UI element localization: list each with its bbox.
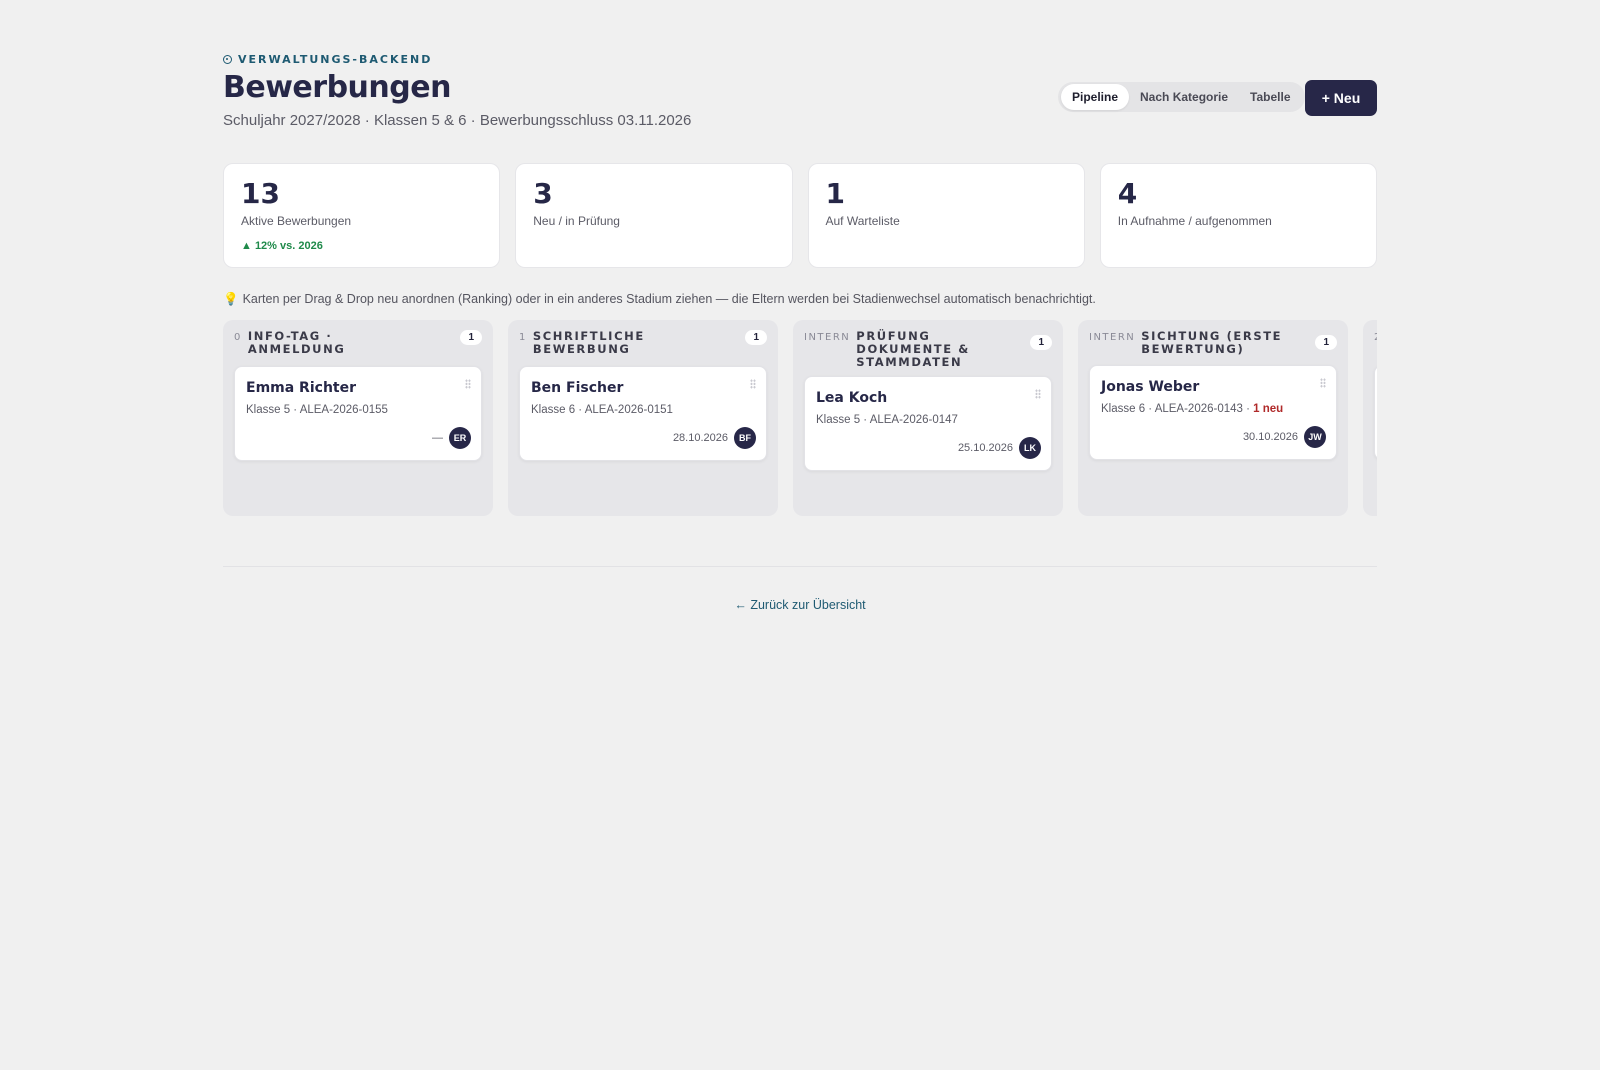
drag-handle-icon[interactable] [1035, 389, 1041, 399]
card-date: 30.10.2026 [1242, 431, 1298, 443]
footer-divider [223, 566, 1377, 567]
stat-label: Aktive Bewerbungen [241, 214, 352, 228]
card-footer: 30.10.2026 JW [1243, 426, 1326, 448]
stat-card-new: 3 Neu / in Prüfung [515, 163, 793, 268]
column-title: SICHTUNG (ERSTE BEWERTUNG) [1141, 329, 1283, 356]
drag-drop-hint: 💡 Karten per Drag & Drop neu anordnen (Ra… [223, 292, 1096, 307]
meta-text: Klasse 6 · ALEA-2026-0143 · [1101, 403, 1254, 415]
column-stage-number: 0 [234, 332, 242, 343]
column-header: 1 SCHRIFTLICHE BEWERBUNG 1 [519, 330, 767, 358]
stat-value: 4 [1117, 177, 1138, 210]
column-stage-prefix: INTERN [1089, 332, 1136, 343]
view-switch: Pipeline Nach Kategorie Tabelle [1058, 82, 1305, 112]
lightbulb-icon: 💡 [223, 292, 239, 306]
applicant-name: Lea Koch [816, 390, 888, 406]
view-option-pipeline[interactable]: Pipeline [1061, 84, 1130, 110]
column-title: PRÜFUNG DOKUMENTE & STAMMDATEN [856, 329, 970, 369]
application-card[interactable]: Jonas Weber Klasse 6 · ALEA-2026-0143 · … [1089, 365, 1337, 460]
pipeline-column-pruefung-dokumente[interactable]: INTERN PRÜFUNG DOKUMENTE & STAMMDATEN 1 … [793, 320, 1063, 516]
avatar: LK [1019, 437, 1041, 459]
column-stage-number: 2 [1374, 330, 1377, 343]
eyebrow-label: VERWALTUNGS-BACKEND [238, 53, 433, 66]
column-stage-number: 1 [519, 332, 527, 343]
stat-value: 3 [533, 177, 553, 210]
new-activity-flag: 1 neu [1253, 403, 1284, 415]
applicant-name: Jonas Weber [1101, 379, 1200, 395]
column-title: INFO-TAG · ANMELDUNG [247, 329, 346, 356]
card-footer: 25.10.2026 LK [958, 437, 1041, 459]
column-header: 0 INFO-TAG · ANMELDUNG 1 [234, 330, 482, 358]
applicant-meta: Klasse 6 · ALEA-2026-0151 [531, 404, 755, 416]
new-application-button[interactable]: + Neu [1305, 80, 1377, 116]
column-count-badge: 1 [1030, 335, 1052, 350]
card-date: — [432, 432, 443, 444]
application-card[interactable]: Emma Richter Klasse 5 · ALEA-2026-0155 —… [234, 366, 482, 461]
card-footer: — ER [432, 427, 471, 449]
applicant-meta: Klasse 6 · ALEA-2026-0143 · 1 neu [1101, 403, 1325, 415]
hint-text: Karten per Drag & Drop neu anordnen (Ran… [242, 292, 1096, 306]
avatar: ER [449, 427, 471, 449]
stat-label: Auf Warteliste [825, 214, 900, 228]
card-footer: 28.10.2026 BF [673, 427, 756, 449]
stats-row: 13 Aktive Bewerbungen ▲ 12% vs. 2026 3 N… [223, 163, 1377, 268]
stat-value: 1 [825, 177, 845, 210]
pipeline-column-info-tag[interactable]: 0 INFO-TAG · ANMELDUNG 1 Emma Richter Kl… [223, 320, 493, 516]
view-option-table[interactable]: Tabelle [1239, 84, 1301, 110]
card-date: 28.10.2026 [672, 432, 728, 444]
drag-handle-icon[interactable] [1320, 378, 1326, 388]
drag-handle-icon[interactable] [465, 379, 471, 389]
drag-handle-icon[interactable] [750, 379, 756, 389]
column-count-badge: 1 [1315, 335, 1337, 350]
page-subtitle: Schuljahr 2027/2028 · Klassen 5 & 6 · Be… [223, 112, 692, 129]
applicant-meta: Klasse 5 · ALEA-2026-0155 [246, 404, 470, 416]
stat-card-waitlist: 1 Auf Warteliste [807, 163, 1085, 268]
view-option-category[interactable]: Nach Kategorie [1129, 84, 1239, 110]
meta-text: Klasse 6 · ALEA-2026-0151 [531, 404, 673, 416]
pipeline-board[interactable]: 0 INFO-TAG · ANMELDUNG 1 Emma Richter Kl… [223, 320, 1377, 516]
applicant-name: Ben Fischer [531, 380, 624, 396]
pipeline-column-sichtung[interactable]: INTERN SICHTUNG (ERSTE BEWERTUNG) 1 Jona… [1078, 320, 1348, 516]
application-card[interactable]: Lea Koch Klasse 5 · ALEA-2026-0147 25.10… [804, 376, 1052, 471]
meta-text: Klasse 5 · ALEA-2026-0147 [816, 414, 958, 426]
back-to-overview-link[interactable]: ← Zurück zur Übersicht [223, 598, 1377, 612]
stat-trend: ▲ 12% vs. 2026 [241, 240, 323, 252]
column-stage-prefix: INTERN [804, 332, 851, 343]
page-title: Bewerbungen [223, 70, 451, 105]
column-header: INTERN SICHTUNG (ERSTE BEWERTUNG) 1 [1089, 330, 1337, 358]
stat-label: Neu / in Prüfung [533, 214, 620, 228]
card-date: 25.10.2026 [957, 442, 1013, 454]
applicant-meta: Klasse 5 · ALEA-2026-0147 [816, 414, 1040, 426]
target-icon [223, 55, 232, 64]
application-card[interactable] [1374, 365, 1377, 460]
section-eyebrow: VERWALTUNGS-BACKEND [223, 53, 432, 66]
column-header: INTERN PRÜFUNG DOKUMENTE & STAMMDATEN 1 [804, 330, 1052, 369]
column-count-badge: 1 [460, 330, 482, 345]
column-count-badge: 1 [745, 330, 767, 345]
stat-value: 13 [241, 177, 280, 210]
pipeline-column-partial[interactable]: 2 [1363, 320, 1377, 516]
meta-text: Klasse 5 · ALEA-2026-0155 [246, 404, 388, 416]
column-title: SCHRIFTLICHE BEWERBUNG [532, 329, 645, 356]
stat-card-active: 13 Aktive Bewerbungen ▲ 12% vs. 2026 [223, 163, 501, 268]
application-card[interactable]: Ben Fischer Klasse 6 · ALEA-2026-0151 28… [519, 366, 767, 461]
column-header: 2 [1374, 330, 1377, 358]
stat-label: In Aufnahme / aufgenommen [1117, 214, 1272, 228]
pipeline-column-schriftliche-bewerbung[interactable]: 1 SCHRIFTLICHE BEWERBUNG 1 Ben Fischer K… [508, 320, 778, 516]
avatar: BF [734, 427, 756, 449]
avatar: JW [1304, 426, 1326, 448]
applicant-name: Emma Richter [246, 380, 356, 396]
stat-card-admission: 4 In Aufnahme / aufgenommen [1099, 163, 1377, 268]
